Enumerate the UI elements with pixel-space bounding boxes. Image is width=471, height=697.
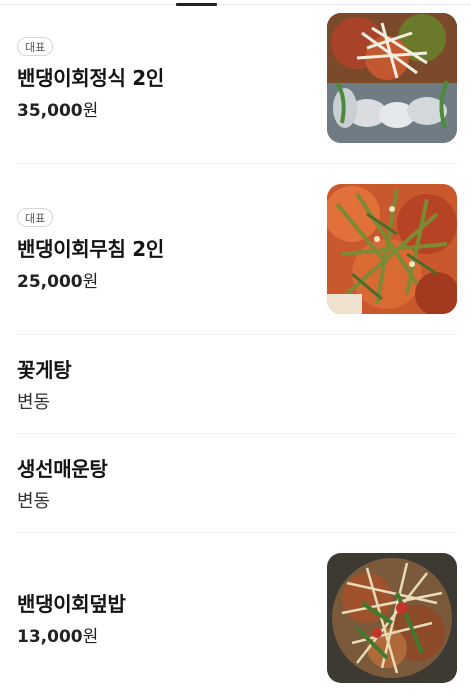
menu-item-name: 생선매운탕 <box>17 457 108 481</box>
item-divider <box>17 334 457 335</box>
top-divider <box>0 4 471 5</box>
signature-badge: 대표 <box>17 37 54 56</box>
active-tab-indicator <box>176 3 217 6</box>
menu-item[interactable]: 밴댕이회덮밥 13,000원 <box>17 550 457 690</box>
menu-item-price: 13,000원 <box>17 627 99 647</box>
menu-item-name: 꽃게탕 <box>17 358 72 382</box>
menu-item-name: 밴댕이회무침 2인 <box>17 237 164 261</box>
menu-item[interactable]: 대표 밴댕이회무침 2인 25,000원 <box>17 181 457 321</box>
menu-item-name: 밴댕이회덮밥 <box>17 592 126 616</box>
menu-item-price: 35,000원 <box>17 101 99 121</box>
menu-item-price: 변동 <box>17 491 51 512</box>
menu-item-photo <box>327 13 457 143</box>
menu-item[interactable]: 생선매운탕 변동 <box>17 440 457 530</box>
menu-item[interactable]: 대표 밴댕이회정식 2인 35,000원 <box>17 10 457 150</box>
item-divider <box>17 163 457 164</box>
signature-badge: 대표 <box>17 208 54 227</box>
menu-item-price: 변동 <box>17 392 51 413</box>
menu-item[interactable]: 꽃게탕 변동 <box>17 340 457 430</box>
menu-item-photo <box>327 184 457 314</box>
item-divider <box>17 532 457 533</box>
item-divider <box>17 433 457 434</box>
menu-item-name: 밴댕이회정식 2인 <box>17 66 164 90</box>
menu-item-photo <box>327 553 457 683</box>
menu-item-price: 25,000원 <box>17 272 99 292</box>
